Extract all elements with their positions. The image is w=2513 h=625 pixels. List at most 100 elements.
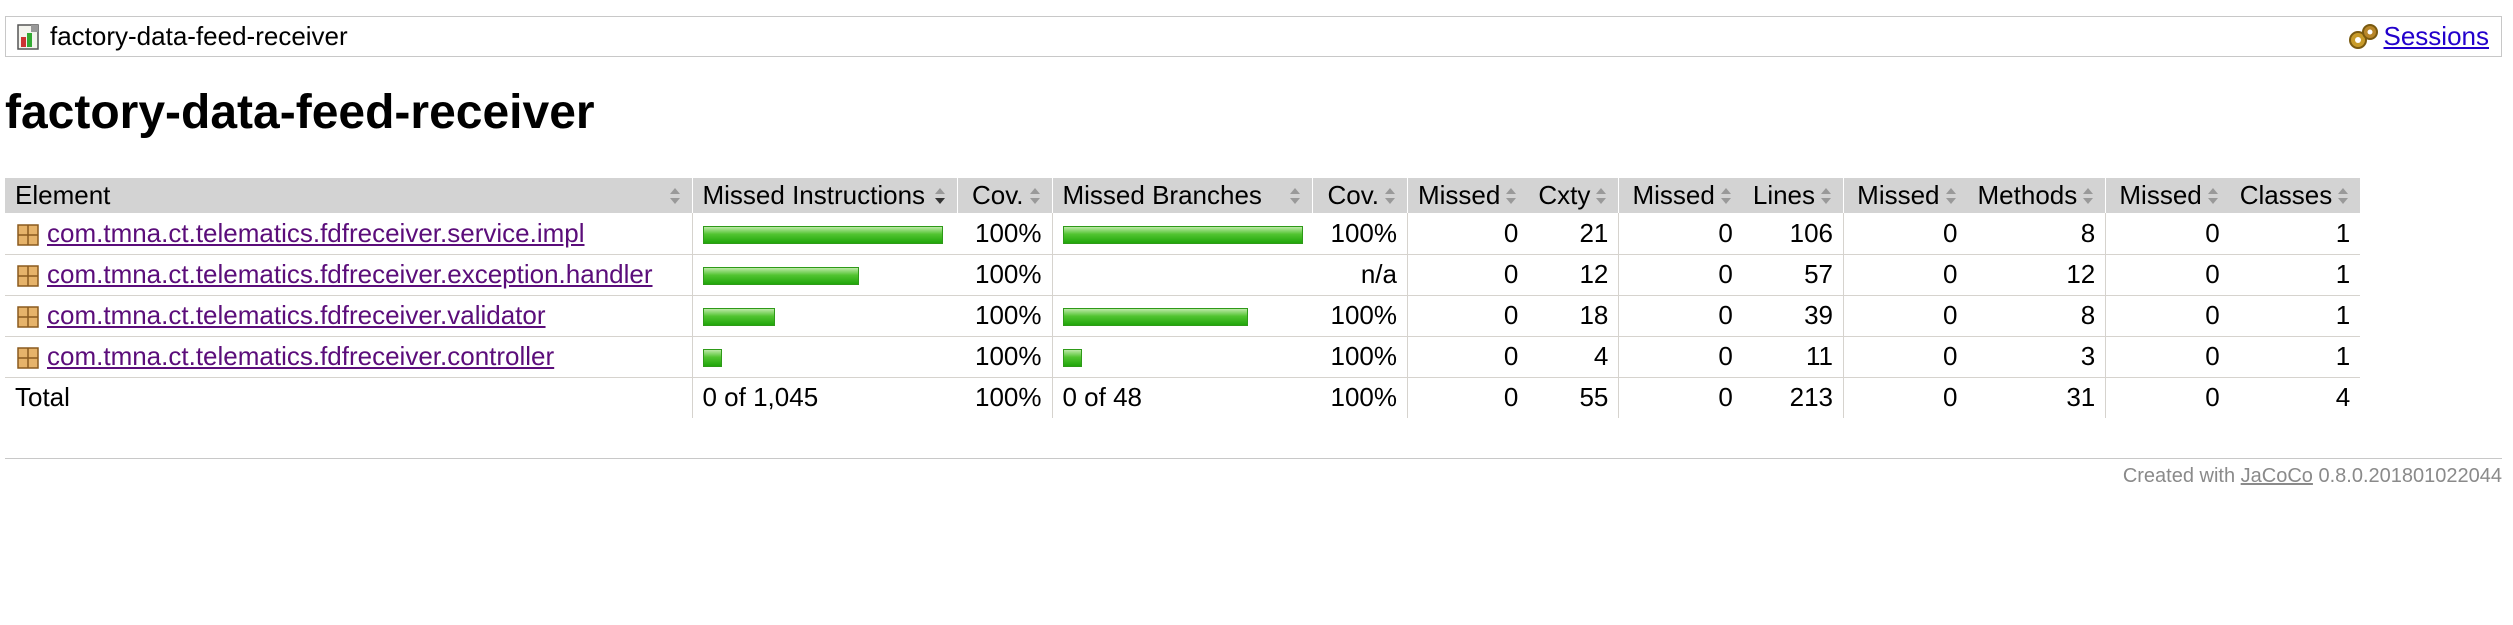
report-icon xyxy=(17,23,39,50)
package-icon xyxy=(17,347,39,369)
total-missed-cxty: 0 xyxy=(1407,377,1529,418)
col-missed-cxty-label: Missed xyxy=(1418,180,1501,210)
instructions-bar-cell xyxy=(691,336,957,378)
branches-bar-cell xyxy=(1051,336,1313,378)
lines-cell: 106 xyxy=(1742,213,1844,255)
col-cxty-header[interactable]: Cxty xyxy=(1528,178,1619,213)
missed-methods-cell: 0 xyxy=(1843,254,1968,296)
col-methods-header[interactable]: Methods xyxy=(1967,178,2106,213)
col-methods-label: Methods xyxy=(1977,180,2078,210)
instructions-bar-cell xyxy=(691,295,957,337)
missed-lines-cell: 0 xyxy=(1618,336,1743,378)
branches-coverage-bar xyxy=(1062,225,1303,244)
coverage-table: Element Missed Instructions Cov. Missed … xyxy=(5,178,2361,418)
methods-cell: 3 xyxy=(1967,336,2106,378)
total-instructions: 0 of 1,045 xyxy=(691,377,957,418)
package-icon xyxy=(17,306,39,328)
col-missed-lines-label: Missed xyxy=(1632,180,1715,210)
package-link[interactable]: com.tmna.ct.telematics.fdfreceiver.contr… xyxy=(47,341,554,371)
sessions-link[interactable]: Sessions xyxy=(2384,21,2490,52)
col-cxty-label: Cxty xyxy=(1538,180,1591,210)
methods-cell: 8 xyxy=(1967,295,2106,337)
package-link[interactable]: com.tmna.ct.telematics.fdfreceiver.valid… xyxy=(47,300,546,330)
missed-methods-cell: 0 xyxy=(1843,336,1968,378)
sort-icon xyxy=(1290,187,1300,204)
instr-cov-cell: 100% xyxy=(957,213,1052,255)
col-cov-branches-header[interactable]: Cov. xyxy=(1312,178,1408,213)
missed-methods-cell: 0 xyxy=(1843,213,1968,255)
branch-cov-cell: n/a xyxy=(1312,254,1408,296)
total-label: Total xyxy=(15,382,70,413)
cxty-cell: 21 xyxy=(1528,213,1619,255)
table-row: com.tmna.ct.telematics.fdfreceiver.valid… xyxy=(5,295,2361,337)
col-lines-header[interactable]: Lines xyxy=(1742,178,1844,213)
breadcrumb-left: factory-data-feed-receiver xyxy=(16,17,348,56)
instructions-coverage-bar xyxy=(702,267,859,286)
col-classes-header[interactable]: Classes xyxy=(2229,178,2361,213)
table-body: com.tmna.ct.telematics.fdfreceiver.servi… xyxy=(5,213,2361,378)
total-instr-cov: 100% xyxy=(975,382,1042,413)
missed-classes-cell: 0 xyxy=(2105,254,2230,296)
footer-prefix: Created with xyxy=(2122,465,2236,487)
sort-icon xyxy=(669,187,680,204)
branch-cov-cell: 100% xyxy=(1312,295,1408,337)
cxty-cell: 18 xyxy=(1528,295,1619,337)
classes-cell: 1 xyxy=(2229,213,2361,255)
total-row: Total 0 of 1,045 100% 0 of 48 100% 0 55 … xyxy=(5,377,2360,418)
sort-icon xyxy=(2083,187,2094,204)
jacoco-link[interactable]: JaCoCo xyxy=(2241,465,2313,487)
col-cov-branches-label: Cov. xyxy=(1327,180,1379,210)
classes-cell: 1 xyxy=(2229,254,2361,296)
total-missed-classes: 0 xyxy=(2105,377,2230,418)
package-link[interactable]: com.tmna.ct.telematics.fdfreceiver.servi… xyxy=(47,218,585,248)
col-element-label: Element xyxy=(15,180,111,210)
instructions-coverage-bar xyxy=(702,349,722,368)
branches-bar-cell xyxy=(1051,254,1313,296)
element-cell: com.tmna.ct.telematics.fdfreceiver.valid… xyxy=(5,295,692,337)
element-cell: com.tmna.ct.telematics.fdfreceiver.contr… xyxy=(5,336,692,378)
total-lines: 213 xyxy=(1789,382,1834,413)
branches-bar-cell xyxy=(1051,295,1313,337)
lines-cell: 11 xyxy=(1742,336,1844,378)
sort-icon xyxy=(2338,187,2349,204)
col-missed-lines-header[interactable]: Missed xyxy=(1618,178,1743,213)
package-link[interactable]: com.tmna.ct.telematics.fdfreceiver.excep… xyxy=(47,259,653,289)
col-element-header[interactable]: Element xyxy=(5,178,692,213)
missed-lines-cell: 0 xyxy=(1618,254,1743,296)
branch-cov-cell: 100% xyxy=(1312,213,1408,255)
col-missed-instructions-header[interactable]: Missed Instructions xyxy=(691,178,957,213)
methods-cell: 8 xyxy=(1967,213,2106,255)
classes-cell: 1 xyxy=(2229,295,2361,337)
branches-bar-cell xyxy=(1051,213,1313,255)
sort-icon xyxy=(1821,187,1832,204)
breadcrumb-right: Sessions xyxy=(2346,17,2490,56)
footer-divider xyxy=(5,458,2502,459)
lines-cell: 57 xyxy=(1742,254,1844,296)
instructions-bar-cell xyxy=(691,213,957,255)
col-missed-branches-header[interactable]: Missed Branches xyxy=(1051,178,1313,213)
col-lines-label: Lines xyxy=(1752,180,1816,210)
sort-icon xyxy=(1506,187,1517,204)
col-cov-instructions-header[interactable]: Cov. xyxy=(956,178,1052,213)
instr-cov-cell: 100% xyxy=(957,295,1052,337)
cxty-cell: 12 xyxy=(1528,254,1619,296)
header-row: Element Missed Instructions Cov. Missed … xyxy=(5,178,2361,213)
package-icon xyxy=(17,265,39,287)
missed-cxty-cell: 0 xyxy=(1407,336,1529,378)
page-title: factory-data-feed-receiver xyxy=(5,86,595,139)
missed-cxty-cell: 0 xyxy=(1407,213,1529,255)
col-missed-cxty-header[interactable]: Missed xyxy=(1407,178,1529,213)
missed-cxty-cell: 0 xyxy=(1407,254,1529,296)
table-row: com.tmna.ct.telematics.fdfreceiver.contr… xyxy=(5,336,2361,378)
col-missed-methods-header[interactable]: Missed xyxy=(1843,178,1968,213)
branch-cov-cell: 100% xyxy=(1312,336,1408,378)
col-missed-classes-label: Missed xyxy=(2119,180,2202,210)
table-row: com.tmna.ct.telematics.fdfreceiver.excep… xyxy=(5,254,2361,296)
col-missed-instructions-label: Missed Instructions xyxy=(702,180,926,210)
col-missed-classes-header[interactable]: Missed xyxy=(2105,178,2230,213)
total-methods: 31 xyxy=(2066,382,2096,413)
missed-classes-cell: 0 xyxy=(2105,213,2230,255)
col-classes-label: Classes xyxy=(2239,180,2333,210)
missed-cxty-cell: 0 xyxy=(1407,295,1529,337)
classes-cell: 1 xyxy=(2229,336,2361,378)
